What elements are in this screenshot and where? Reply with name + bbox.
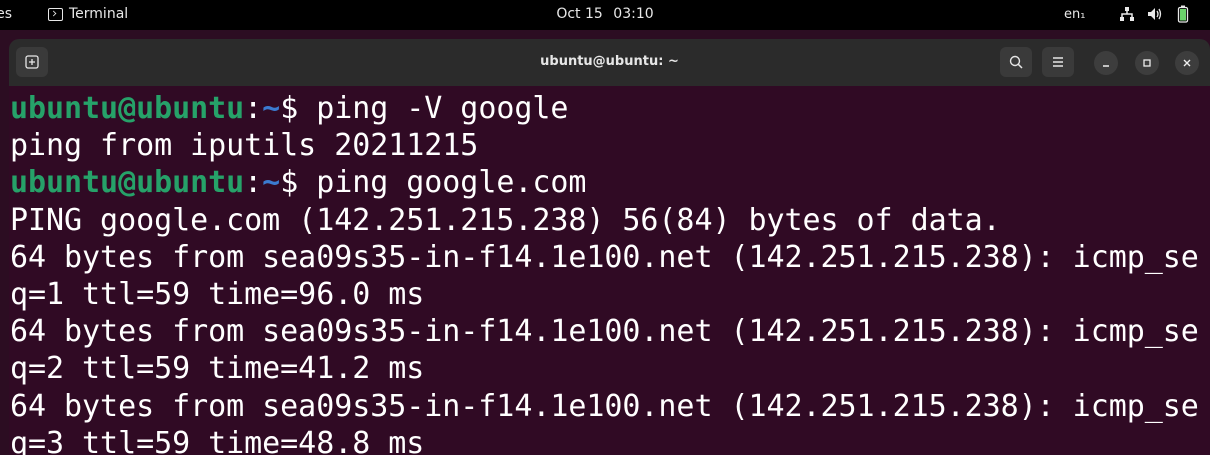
output-text: q=2 ttl=59 time=41.2 ms: [10, 351, 425, 387]
minimize-button[interactable]: [1094, 51, 1118, 75]
output-text: q=3 ttl=59 time=48.8 ms: [10, 425, 425, 455]
prompt-colon: :: [244, 91, 263, 126]
prompt-path: ~: [262, 91, 281, 126]
output-text: PING google.com (142.251.215.238) 56(84)…: [10, 202, 1001, 238]
output-text: 64 bytes from sea09s35-in-f14.1e100.net …: [10, 314, 1199, 350]
system-tray[interactable]: [1118, 5, 1192, 23]
search-button[interactable]: [1000, 47, 1032, 77]
output-line: 64 bytes from sea09s35-in-f14.1e100.net …: [10, 239, 1210, 276]
menu-icon: [1053, 57, 1063, 67]
prompt-symbol: $: [280, 91, 317, 126]
output-line: ping from iputils 20211215: [10, 127, 1210, 164]
prompt-user: ubuntu@ubuntu: [10, 91, 245, 126]
minimize-icon: [1103, 65, 1109, 67]
search-icon: [1009, 55, 1023, 69]
menu-button[interactable]: [1042, 47, 1074, 77]
volume-icon: [1146, 5, 1164, 23]
command-text: ping -V google: [316, 91, 569, 126]
network-icon: [1118, 5, 1136, 23]
prompt-user: ubuntu@ubuntu: [10, 165, 245, 201]
prompt-path: ~: [262, 165, 281, 201]
output-line: 64 bytes from sea09s35-in-f14.1e100.net …: [10, 313, 1210, 350]
output-text: 64 bytes from sea09s35-in-f14.1e100.net …: [10, 388, 1199, 424]
prompt-colon: :: [244, 165, 263, 201]
output-line: q=2 ttl=59 time=41.2 ms: [10, 350, 1210, 387]
header-bar[interactable]: ubuntu@ubuntu: ~: [9, 39, 1210, 86]
terminal-window: ubuntu@ubuntu: ~ ubuntu@ubuntu:~$ ping -…: [9, 39, 1210, 455]
clock-date: Oct 15: [556, 6, 603, 22]
output-text: ping from iputils 20211215: [10, 128, 479, 164]
output-text: 64 bytes from sea09s35-in-f14.1e100.net …: [10, 239, 1199, 275]
clock[interactable]: Oct 15 03:10: [0, 6, 1210, 22]
maximize-icon: [1143, 59, 1151, 67]
command-text: ping google.com: [316, 165, 587, 201]
maximize-button[interactable]: [1135, 51, 1159, 75]
command-line: ubuntu@ubuntu:~$ ping google.com: [10, 164, 1210, 201]
output-line: 64 bytes from sea09s35-in-f14.1e100.net …: [10, 388, 1210, 425]
prompt-symbol: $: [280, 165, 317, 201]
clock-time: 03:10: [613, 6, 654, 22]
terminal-output[interactable]: ubuntu@ubuntu:~$ ping -V google ping from…: [9, 90, 1210, 455]
close-icon: [1183, 59, 1191, 67]
top-bar: Activities Terminal Oct 15 03:10 en₁: [0, 0, 1210, 30]
close-button[interactable]: [1175, 51, 1199, 75]
battery-icon: [1174, 5, 1192, 23]
command-line: ubuntu@ubuntu:~$ ping -V google: [10, 90, 1210, 127]
output-line: q=3 ttl=59 time=48.8 ms: [10, 425, 1210, 455]
output-line: q=1 ttl=59 time=96.0 ms: [10, 276, 1210, 313]
output-line: PING google.com (142.251.215.238) 56(84)…: [10, 202, 1210, 239]
output-text: q=1 ttl=59 time=96.0 ms: [10, 276, 425, 312]
language-indicator[interactable]: en₁: [1064, 7, 1085, 22]
